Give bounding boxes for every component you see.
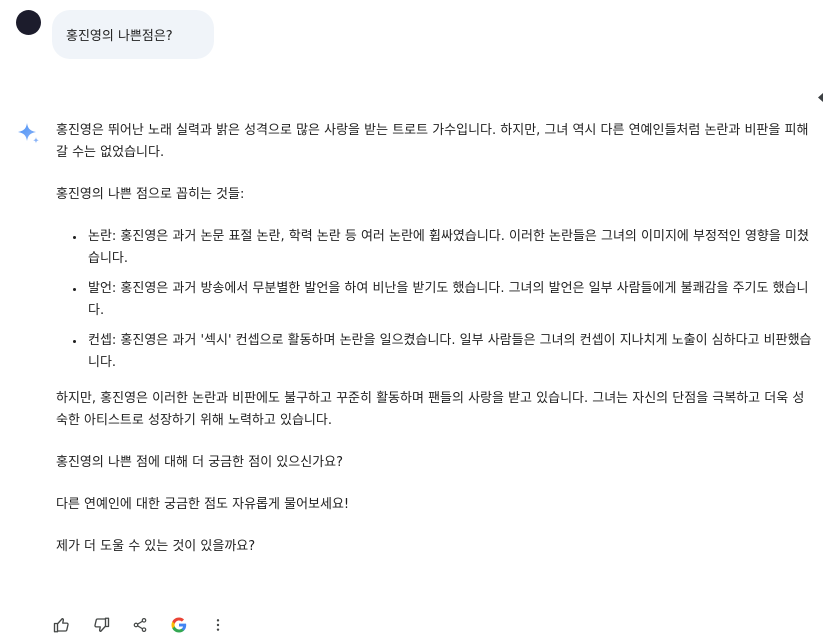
response-list: 논란: 홍진영은 과거 논문 표절 논란, 학력 논란 등 여러 논란에 휩싸였… bbox=[56, 226, 816, 374]
user-prompt-text: 홍진영의 나쁜점은? bbox=[66, 29, 173, 44]
model-response: 홍진영은 뛰어난 노래 실력과 밝은 성격으로 많은 사랑을 받는 트로트 가수… bbox=[56, 120, 816, 558]
google-search-button[interactable] bbox=[169, 615, 189, 635]
response-list-heading: 홍진영의 나쁜 점으로 꼽히는 것들: bbox=[56, 187, 245, 202]
gemini-spark-icon bbox=[18, 123, 39, 144]
collapse-arrow-icon[interactable] bbox=[818, 93, 823, 102]
response-question-3: 제가 더 도울 수 있는 것이 있을까요? bbox=[56, 539, 256, 554]
response-question-2: 다른 연예인에 대한 궁금한 점도 자유롭게 물어보세요! bbox=[56, 497, 350, 512]
response-closing: 하지만, 홍진영은 이러한 논란과 비판에도 불구하고 꾸준히 활동하며 팬들의… bbox=[56, 391, 805, 428]
share-icon bbox=[133, 618, 147, 632]
list-item: 컨셉: 홍진영은 과거 '섹시' 컨셉으로 활동하며 논란을 일으켰습니다. 일… bbox=[86, 330, 816, 374]
more-vert-icon bbox=[216, 619, 220, 631]
more-options-button[interactable] bbox=[208, 615, 228, 635]
thumbs-up-button[interactable] bbox=[52, 615, 72, 635]
share-button[interactable] bbox=[130, 615, 150, 635]
response-intro: 홍진영은 뛰어난 노래 실력과 밝은 성격으로 많은 사랑을 받는 트로트 가수… bbox=[56, 123, 809, 160]
list-item: 논란: 홍진영은 과거 논문 표절 논란, 학력 논란 등 여러 논란에 휩싸였… bbox=[86, 226, 816, 270]
user-prompt-bubble: 홍진영의 나쁜점은? bbox=[52, 10, 214, 59]
chat-page: 홍진영의 나쁜점은? 홍진영은 뛰어난 노래 실력과 밝은 성격으로 많은 사랑… bbox=[0, 0, 823, 641]
thumbs-down-button[interactable] bbox=[91, 615, 111, 635]
user-avatar bbox=[16, 10, 41, 35]
response-action-bar bbox=[52, 612, 228, 638]
response-question-1: 홍진영의 나쁜 점에 대해 더 궁금한 점이 있으신가요? bbox=[56, 455, 343, 470]
thumbs-down-icon bbox=[94, 617, 110, 633]
google-icon bbox=[171, 617, 187, 633]
thumbs-up-icon bbox=[53, 617, 69, 633]
list-item: 발언: 홍진영은 과거 방송에서 무분별한 발언을 하여 비난을 받기도 했습니… bbox=[86, 278, 816, 322]
